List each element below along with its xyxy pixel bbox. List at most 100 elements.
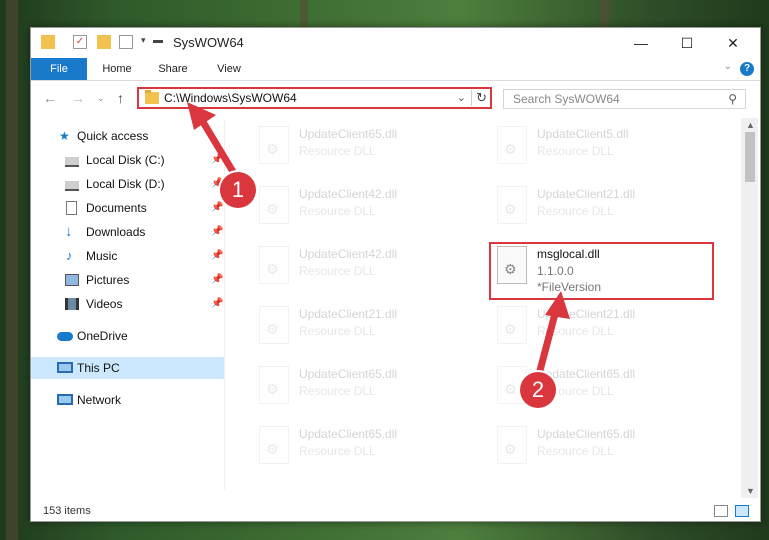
dll-file-icon xyxy=(259,366,289,404)
sidebar-item-network[interactable]: Network xyxy=(31,389,224,411)
file-highlight-box xyxy=(489,242,714,300)
expand-ribbon-icon[interactable]: ⌄ xyxy=(724,61,732,72)
search-icon[interactable]: ⚲ xyxy=(728,92,737,106)
file-name: UpdateClient65.dll xyxy=(537,427,636,441)
file-name: UpdateClient21.dll xyxy=(537,187,636,201)
file-type: Resource DLL xyxy=(299,444,376,458)
pin-icon[interactable]: 📌 xyxy=(211,269,223,291)
explorer-window: ✓ ▾ ▬ SysWOW64 — ☐ ✕ File Home Share Vie… xyxy=(30,27,761,522)
sidebar-item-downloads[interactable]: ↓ Downloads 📌 xyxy=(31,221,224,243)
pane-divider[interactable] xyxy=(224,120,225,490)
file-type: Resource DLL xyxy=(537,204,614,218)
music-icon: ♪ xyxy=(66,248,73,263)
file-type: Resource DLL xyxy=(299,144,376,158)
file-item[interactable]: UpdateClient65.dll Resource DLL xyxy=(253,422,483,478)
search-placeholder: Search SysWOW64 xyxy=(513,92,620,106)
scroll-thumb[interactable] xyxy=(745,132,755,182)
computer-icon xyxy=(57,362,73,373)
drive-icon xyxy=(65,157,79,167)
scroll-up-icon[interactable]: ▲ xyxy=(746,120,755,130)
sidebar-item-documents[interactable]: Documents 📌 xyxy=(31,197,224,219)
drive-icon xyxy=(65,181,79,191)
file-item[interactable]: UpdateClient65.dll Resource DLL xyxy=(253,122,483,178)
properties-icon[interactable]: ✓ xyxy=(73,35,87,49)
pictures-icon xyxy=(65,274,79,286)
ribbon-tabs: File Home Share View ⌄ ? xyxy=(31,58,760,81)
sidebar-item-label: Quick access xyxy=(77,129,149,143)
file-item[interactable]: UpdateClient5.dll Resource DLL xyxy=(491,122,721,178)
file-item[interactable]: UpdateClient21.dll Resource DLL xyxy=(253,302,483,358)
documents-icon xyxy=(66,201,77,215)
dll-file-icon xyxy=(259,426,289,464)
file-type: Resource DLL xyxy=(537,144,614,158)
sidebar-item-local-disk-c[interactable]: Local Disk (C:) 📌 xyxy=(31,149,224,171)
tab-share[interactable]: Share xyxy=(149,58,197,80)
sidebar-item-label: Documents xyxy=(86,201,147,215)
folder-icon xyxy=(145,90,159,104)
close-button[interactable]: ✕ xyxy=(710,28,756,58)
sidebar-item-pictures[interactable]: Pictures 📌 xyxy=(31,269,224,291)
star-icon: ★ xyxy=(59,129,70,143)
details-view-icon[interactable] xyxy=(714,505,728,517)
address-bar[interactable]: C:\Windows\SysWOW64 ⌄ ↻ xyxy=(137,87,492,109)
navigation-bar: ← → ⌄ ↑ C:\Windows\SysWOW64 ⌄ ↻ Search S… xyxy=(31,81,760,117)
sidebar-item-music[interactable]: ♪ Music 📌 xyxy=(31,245,224,267)
dll-file-icon xyxy=(259,246,289,284)
dll-file-icon xyxy=(497,186,527,224)
sidebar-item-local-disk-d[interactable]: Local Disk (D:) 📌 xyxy=(31,173,224,195)
up-arrow-icon[interactable]: ↑ xyxy=(117,90,124,106)
tab-home[interactable]: Home xyxy=(93,58,141,80)
file-item[interactable]: UpdateClient65.dll Resource DLL xyxy=(253,362,483,418)
help-button[interactable]: ? xyxy=(740,62,754,76)
tab-file[interactable]: File xyxy=(31,58,87,80)
refresh-icon[interactable]: ↻ xyxy=(471,90,487,106)
maximize-button[interactable]: ☐ xyxy=(664,28,710,58)
network-icon xyxy=(57,394,73,405)
back-arrow-icon[interactable]: ← xyxy=(43,90,57,106)
file-item[interactable]: UpdateClient21.dll Resource DLL xyxy=(491,182,721,238)
file-type: Resource DLL xyxy=(299,384,376,398)
address-dropdown-icon[interactable]: ⌄ xyxy=(457,91,466,104)
file-item[interactable]: UpdateClient65.dll Resource DLL xyxy=(491,422,721,478)
pin-icon[interactable]: 📌 xyxy=(211,221,223,243)
dll-file-icon xyxy=(259,186,289,224)
file-item[interactable]: UpdateClient42.dll Resource DLL xyxy=(253,182,483,238)
window-title: SysWOW64 xyxy=(173,35,244,50)
file-name: UpdateClient21.dll xyxy=(299,307,398,321)
minimize-button[interactable]: — xyxy=(618,28,664,58)
scroll-down-icon[interactable]: ▼ xyxy=(746,486,755,496)
dll-file-icon xyxy=(497,126,527,164)
dll-file-icon xyxy=(259,306,289,344)
sidebar-item-label: Videos xyxy=(86,297,123,311)
tab-view[interactable]: View xyxy=(205,58,253,80)
sidebar-item-quick-access[interactable]: ★ Quick access xyxy=(31,125,224,147)
recent-locations-icon[interactable]: ⌄ xyxy=(97,93,105,104)
callout-2: 2 xyxy=(520,372,556,408)
qat-overflow-icon[interactable]: ▬ xyxy=(153,35,167,49)
sidebar-item-label: Pictures xyxy=(86,273,130,287)
dll-file-icon xyxy=(497,306,527,344)
search-box[interactable]: Search SysWOW64 ⚲ xyxy=(503,89,746,109)
forward-arrow-icon[interactable]: → xyxy=(71,90,85,106)
sidebar-item-onedrive[interactable]: OneDrive xyxy=(31,325,224,347)
sidebar-item-this-pc[interactable]: This PC xyxy=(31,357,224,379)
sidebar-item-label: Music xyxy=(86,249,118,263)
sidebar-item-label: Downloads xyxy=(86,225,146,239)
file-item[interactable]: UpdateClient21.dll Resource DLL xyxy=(491,302,721,358)
large-icons-view-icon[interactable] xyxy=(735,505,749,517)
address-path: C:\Windows\SysWOW64 xyxy=(164,91,297,105)
navigation-pane: ★ Quick access Local Disk (C:) 📌 Local D… xyxy=(31,120,224,490)
sidebar-item-videos[interactable]: Videos 📌 xyxy=(31,293,224,315)
sidebar-item-label: Local Disk (C:) xyxy=(86,153,165,167)
videos-icon xyxy=(65,298,79,310)
customize-qat-icon[interactable] xyxy=(119,35,133,49)
pin-icon[interactable]: 📌 xyxy=(211,197,223,219)
callout-1: 1 xyxy=(220,172,256,208)
vertical-scrollbar[interactable]: ▲ ▼ xyxy=(741,118,758,498)
pin-icon[interactable]: 📌 xyxy=(211,149,223,171)
pin-icon[interactable]: 📌 xyxy=(211,245,223,267)
new-folder-icon[interactable] xyxy=(97,35,111,49)
file-name: UpdateClient42.dll xyxy=(299,187,398,201)
file-item[interactable]: UpdateClient42.dll Resource DLL xyxy=(253,242,483,298)
pin-icon[interactable]: 📌 xyxy=(211,293,223,315)
